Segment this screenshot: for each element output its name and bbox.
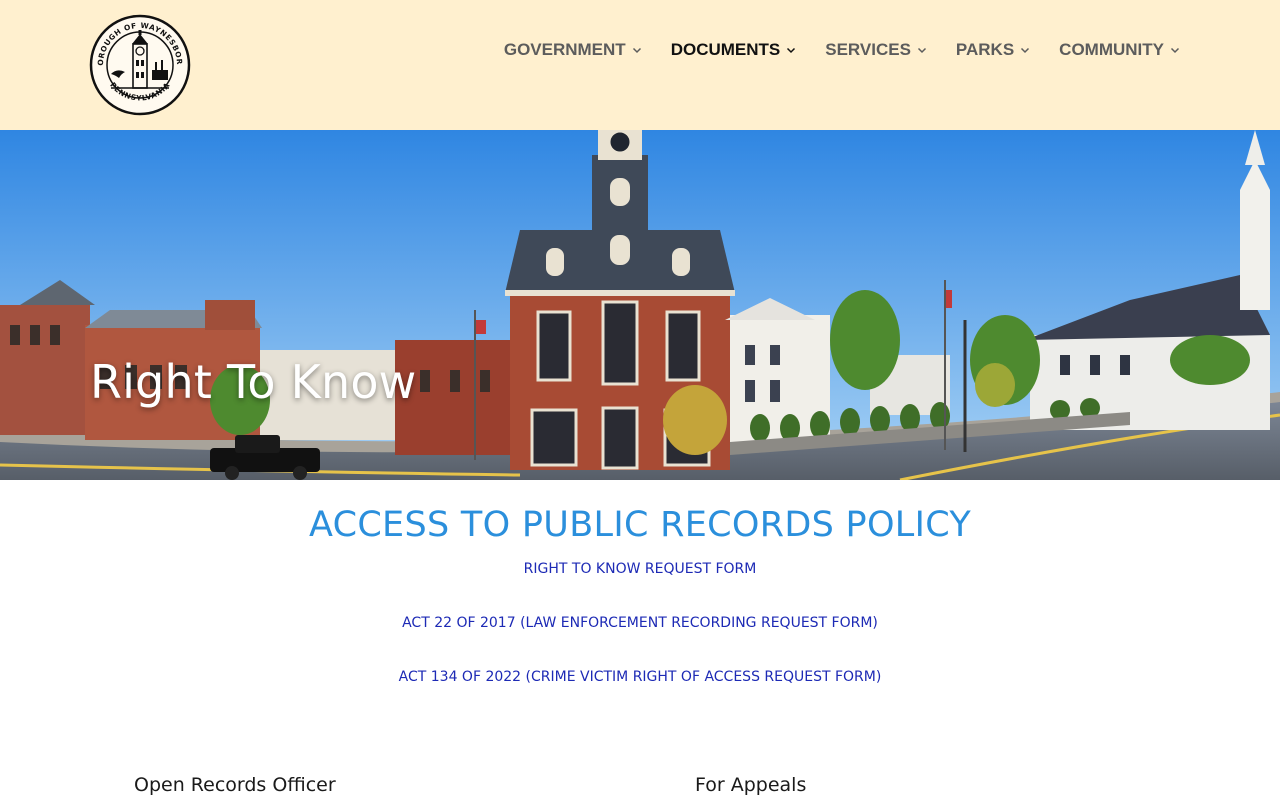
open-records-officer-heading: Open Records Officer: [134, 774, 336, 796]
nav-documents-label: DOCUMENTS: [670, 40, 781, 59]
nav-community[interactable]: COMMUNITY: [1059, 38, 1180, 62]
chevron-down-icon: [632, 47, 641, 54]
policy-title: ACCESS TO PUBLIC RECORDS POLICY: [308, 505, 972, 545]
nav-parks[interactable]: PARKS: [956, 38, 1030, 62]
nav-parks-label: PARKS: [955, 40, 1015, 59]
main-nav: GOVERNMENT DOCUMENTS SERVICES PARKS COMM…: [475, 38, 1180, 62]
borough-seal-logo[interactable]: BOROUGH OF WAYNESBORO PENNSYLVANIA: [86, 7, 191, 116]
town-hall-photo: [0, 130, 1280, 480]
site-header: BOROUGH OF WAYNESBORO PENNSYLVANIA: [0, 0, 1280, 130]
nav-documents[interactable]: DOCUMENTS: [671, 38, 797, 62]
chevron-down-icon: [787, 47, 796, 54]
appeals-heading: For Appeals: [695, 774, 807, 796]
right-to-know-form-link[interactable]: RIGHT TO KNOW REQUEST FORM: [0, 561, 1280, 577]
seal-icon: BOROUGH OF WAYNESBORO PENNSYLVANIA: [86, 7, 191, 116]
chevron-down-icon: [1021, 47, 1030, 54]
chevron-down-icon: [1170, 47, 1180, 54]
nav-services-label: SERVICES: [825, 40, 911, 59]
nav-community-label: COMMUNITY: [1059, 40, 1164, 59]
nav-government[interactable]: GOVERNMENT: [504, 38, 642, 62]
main-content: ACCESS TO PUBLIC RECORDS POLICY RIGHT TO…: [0, 480, 1280, 800]
chevron-down-icon: [917, 47, 926, 54]
hero-title: Right To Know: [90, 355, 417, 409]
nav-government-label: GOVERNMENT: [503, 40, 626, 59]
hero-banner: Right To Know: [0, 130, 1280, 480]
act-22-form-link[interactable]: ACT 22 OF 2017 (LAW ENFORCEMENT RECORDIN…: [0, 615, 1280, 631]
act-134-form-link[interactable]: ACT 134 OF 2022 (CRIME VICTIM RIGHT OF A…: [0, 669, 1280, 685]
nav-services[interactable]: SERVICES: [825, 38, 927, 62]
